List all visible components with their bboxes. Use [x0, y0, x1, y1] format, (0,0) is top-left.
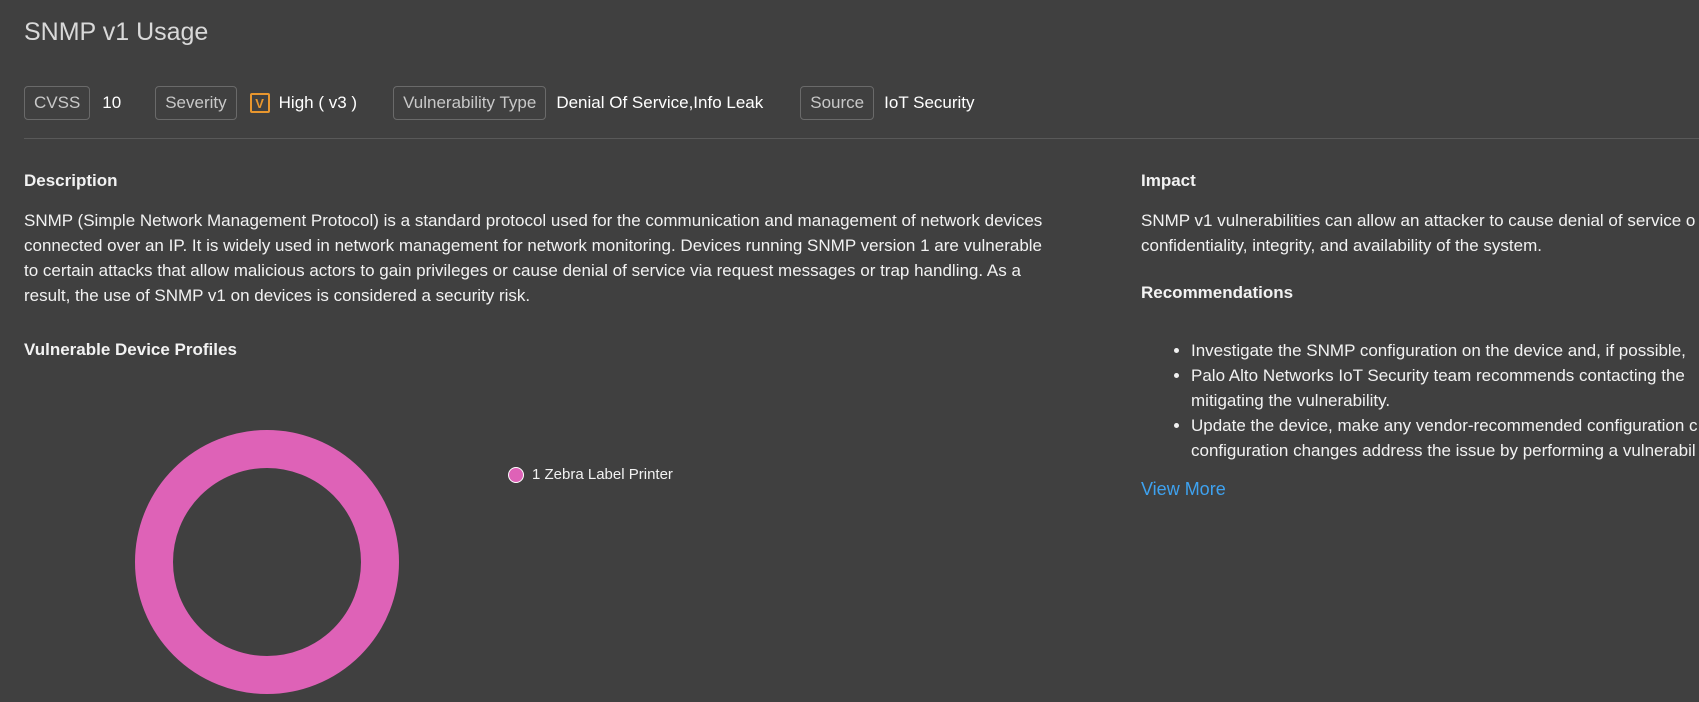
- severity-label: Severity: [155, 86, 237, 120]
- cvss-value: 10: [102, 93, 122, 112]
- cvss-label: CVSS: [24, 86, 91, 120]
- view-more-link[interactable]: View More: [1141, 479, 1226, 500]
- impact-line-2: confidentiality, integrity, and availabi…: [1141, 236, 1542, 255]
- list-item-line: mitigating the vulnerability.: [1191, 391, 1391, 410]
- list-item-line: Update the device, make any vendor-recom…: [1191, 416, 1698, 435]
- description-text: SNMP (Simple Network Management Protocol…: [24, 211, 1043, 305]
- vulnerability-type-label: Vulnerability Type: [393, 86, 547, 120]
- impact-line-1: SNMP v1 vulnerabilities can allow an att…: [1141, 211, 1696, 230]
- page-title: SNMP v1 Usage: [24, 18, 209, 46]
- section-divider: [24, 138, 1699, 139]
- source-label: Source: [800, 86, 875, 120]
- severity-value: High ( v3 ): [278, 93, 358, 112]
- legend-swatch: [508, 466, 524, 483]
- description-heading: Description: [24, 171, 118, 190]
- recommendations-heading: Recommendations: [1141, 283, 1294, 302]
- donut-slice-zebra-label-printer[interactable]: [135, 430, 399, 694]
- severity-indicator: V High ( v3 ): [249, 93, 358, 113]
- list-item: Update the device, make any vendor-recom…: [1191, 413, 1699, 463]
- severity-high-icon: V: [249, 93, 270, 113]
- chart-legend[interactable]: 1 Zebra Label Printer: [508, 466, 673, 483]
- device-profiles-donut-chart: [135, 430, 399, 694]
- vulnerable-device-profiles-heading: Vulnerable Device Profiles: [24, 340, 237, 359]
- list-item-line: configuration changes address the issue …: [1191, 441, 1696, 460]
- legend-label: 1 Zebra Label Printer: [532, 466, 673, 483]
- list-item: Palo Alto Networks IoT Security team rec…: [1191, 363, 1699, 413]
- list-item: Investigate the SNMP configuration on th…: [1191, 338, 1699, 363]
- vulnerability-type-value: Denial Of Service,Info Leak: [556, 93, 764, 112]
- list-item-line: Palo Alto Networks IoT Security team rec…: [1191, 366, 1685, 385]
- recommendations-list: Investigate the SNMP configuration on th…: [1141, 338, 1699, 463]
- vulnerability-detail-page: SNMP v1 Usage CVSS 10 Severity V High ( …: [0, 0, 1699, 702]
- source-value: IoT Security: [884, 93, 975, 112]
- vulnerability-meta-row: CVSS 10 Severity V High ( v3 ) Vulnerabi…: [24, 85, 975, 121]
- impact-text: SNMP v1 vulnerabilities can allow an att…: [1141, 208, 1699, 258]
- impact-heading: Impact: [1141, 171, 1196, 190]
